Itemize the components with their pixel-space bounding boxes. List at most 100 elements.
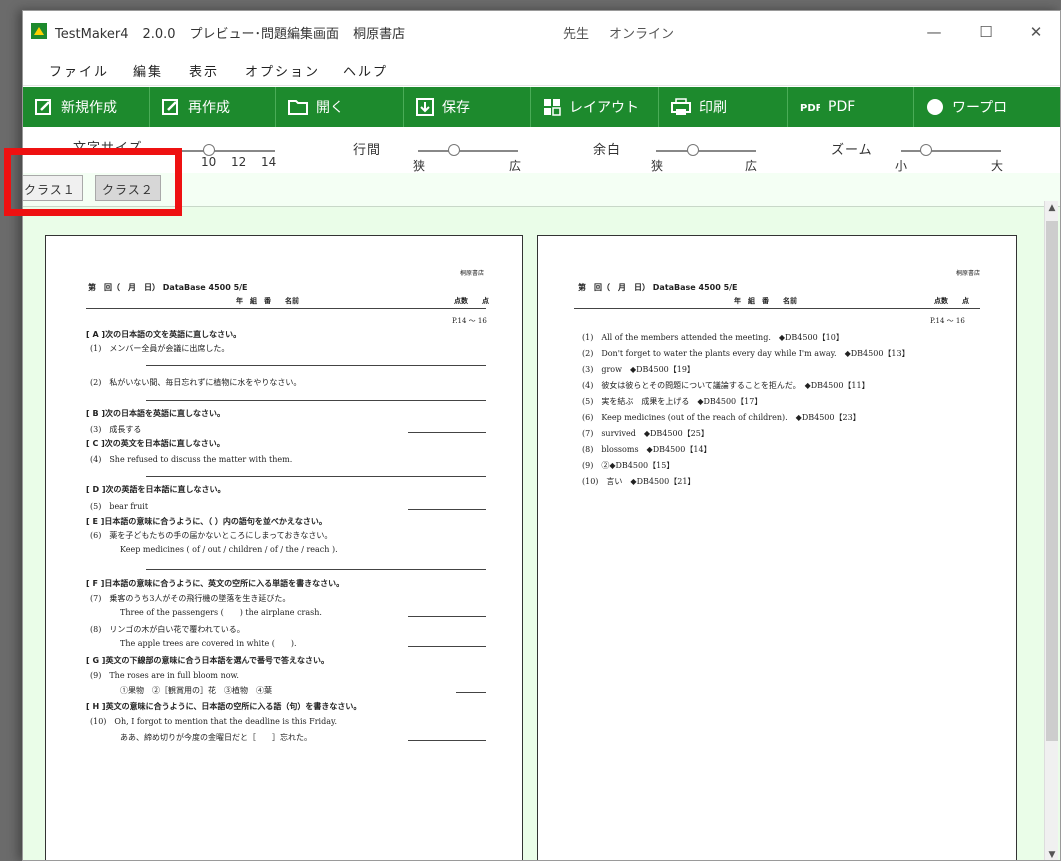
open-label: 開く	[316, 100, 344, 116]
answer-10: (10) 言い ◆DB4500【21】	[582, 477, 696, 486]
menu-view[interactable]: 表示	[189, 61, 219, 80]
margin-label: 余白	[593, 143, 622, 158]
vertical-scrollbar[interactable]: ▲ ▼	[1044, 201, 1059, 860]
user-role: 先生	[563, 27, 590, 42]
answer-line-1[interactable]	[146, 365, 486, 366]
section-e: [ E ]日本語の意味に合うように、（ ）内の語句を並べかえなさい。	[86, 517, 327, 526]
save-button[interactable]: 保存	[404, 87, 531, 127]
scroll-up-icon[interactable]: ▲	[1045, 201, 1059, 215]
new-button[interactable]: 新規作成	[23, 87, 150, 127]
section-a: [ A ]次の日本語の文を英語に直しなさい。	[86, 330, 242, 339]
save-icon	[416, 98, 434, 116]
answer-line-9[interactable]	[456, 692, 486, 693]
maximize-button[interactable]: ☐	[963, 17, 1009, 47]
title-bar: TestMaker4 2.0.0 プレビュー･問題編集画面 桐原書店 先生 オンライン …	[23, 11, 1060, 53]
zoom-label: ズーム	[831, 143, 873, 158]
recreate-icon	[162, 99, 178, 115]
menu-help[interactable]: ヘルプ	[343, 61, 388, 80]
question-6-prompt: Keep medicines ( of / out / children / o…	[120, 545, 338, 554]
scroll-down-icon[interactable]: ▼	[1045, 848, 1059, 860]
section-g: [ G ]英文の下線部の意味に合う日本語を選んで番号で答えなさい。	[86, 656, 330, 665]
question-9: (9) The roses are in full bloom now.	[90, 671, 239, 680]
wordpro-button[interactable]: ワープロ	[914, 87, 1060, 127]
page-header: 第 回（ 月 日） DataBase 4500 5/E	[88, 283, 248, 292]
svg-text:PDF: PDF	[800, 103, 820, 114]
pdf-button[interactable]: PDF PDF	[788, 87, 914, 127]
zoom-tick-small: 小	[895, 159, 908, 173]
answer-line-7[interactable]	[408, 616, 486, 617]
section-f: [ F ]日本語の意味に合うように、英文の空所に入る単語を書きなさい。	[86, 579, 345, 588]
question-5: (5) bear fruit	[90, 502, 149, 511]
answer-line-10[interactable]	[408, 740, 486, 741]
answer-8: (8) blossoms ◆DB4500【14】	[582, 445, 712, 454]
zoom-slider[interactable]	[901, 150, 1001, 152]
question-page[interactable]: 桐原書店 第 回（ 月 日） DataBase 4500 5/E 年 組 番 名…	[45, 235, 523, 860]
print-button[interactable]: 印刷	[659, 87, 788, 127]
font-tick-14: 14	[261, 155, 277, 169]
section-d: [ D ]次の英語を日本語に直しなさい。	[86, 485, 226, 494]
menu-bar: ファイル 編集 表示 オプション ヘルプ	[23, 53, 1060, 86]
font-size-slider[interactable]	[175, 150, 275, 152]
tabs-highlight-box	[4, 148, 182, 216]
printer-icon	[671, 98, 691, 115]
pdf-label: PDF	[828, 99, 856, 115]
minimize-button[interactable]: —	[911, 17, 957, 47]
toolbar: 新規作成 再作成 開く 保存 レイアウト 印刷 PDF PDF ワープロ	[23, 87, 1060, 127]
zoom-slider-thumb[interactable]	[920, 144, 932, 156]
question-7-prompt: Three of the passengers ( ) the airplane…	[120, 608, 322, 617]
window-title: TestMaker4 2.0.0 プレビュー･問題編集画面 桐原書店	[55, 23, 419, 42]
answer-6: (6) Keep medicines (out of the reach of …	[582, 413, 861, 422]
line-spacing-slider[interactable]	[418, 150, 518, 152]
screen-name: プレビュー･問題編集画面	[189, 27, 340, 42]
answer-7: (7) survived ◆DB4500【25】	[582, 429, 709, 438]
page-score: 点数 点	[934, 297, 969, 305]
recreate-label: 再作成	[188, 100, 230, 116]
online-status: オンライン	[609, 27, 675, 42]
scroll-thumb[interactable]	[1046, 221, 1058, 741]
question-2: (2) 私がいない間、毎日忘れずに植物に水をやりなさい。	[90, 378, 302, 387]
menu-options[interactable]: オプション	[245, 61, 320, 80]
page-publisher: 桐原書店	[956, 270, 981, 277]
answer-line-4[interactable]	[146, 476, 486, 477]
question-7: (7) 乗客のうち3人がその飛行機の墜落を生き延びた。	[90, 594, 291, 603]
font-tick-10: 10	[201, 155, 217, 169]
folder-icon	[288, 100, 308, 115]
new-label: 新規作成	[61, 100, 117, 116]
answer-line-5[interactable]	[408, 509, 486, 510]
margin-slider-thumb[interactable]	[687, 144, 699, 156]
page-header-fields: 年 組 番 名前	[734, 297, 797, 305]
line-spacing-slider-thumb[interactable]	[448, 144, 460, 156]
answer-4: (4) 彼女は彼らとその問題について議論することを拒んだ。 ◆DB4500【11…	[582, 381, 870, 390]
answer-9: (9) ②◆DB4500【15】	[582, 461, 675, 470]
question-6: (6) 薬を子どもたちの手の届かないところにしまっておきなさい。	[90, 531, 333, 540]
header-rule	[574, 308, 980, 309]
page-range: P.14 〜 16	[930, 317, 965, 325]
app-window: TestMaker4 2.0.0 プレビュー･問題編集画面 桐原書店 先生 オンライン …	[22, 10, 1061, 861]
layout-button[interactable]: レイアウト	[531, 87, 659, 127]
answer-line-6[interactable]	[146, 569, 486, 570]
page-score: 点数 点	[454, 297, 489, 305]
zoom-tick-large: 大	[991, 159, 1004, 173]
wordpro-label: ワープロ	[952, 100, 1008, 116]
close-button[interactable]: ✕	[1013, 17, 1059, 47]
answer-line-3[interactable]	[408, 432, 486, 433]
question-4: (4) She refused to discuss the matter wi…	[90, 455, 293, 464]
recreate-button[interactable]: 再作成	[150, 87, 276, 127]
menu-edit[interactable]: 編集	[133, 61, 163, 80]
answer-1: (1) All of the members attended the meet…	[582, 333, 844, 342]
question-1: (1) メンバー全員が会議に出席した。	[90, 344, 230, 353]
answer-line-8[interactable]	[408, 646, 486, 647]
margin-tick-wide: 広	[745, 159, 758, 173]
question-10-prompt: ああ、締め切りが今度の金曜日だと［ ］忘れた。	[120, 733, 312, 742]
open-button[interactable]: 開く	[276, 87, 404, 127]
answer-page[interactable]: 桐原書店 第 回（ 月 日） DataBase 4500 5/E 年 組 番 名…	[537, 235, 1017, 860]
preview-area: 桐原書店 第 回（ 月 日） DataBase 4500 5/E 年 組 番 名…	[23, 207, 1060, 860]
menu-file[interactable]: ファイル	[49, 61, 109, 80]
app-version: 2.0.0	[142, 27, 176, 42]
answer-line-2[interactable]	[146, 400, 486, 401]
margin-slider[interactable]	[656, 150, 756, 152]
answer-5: (5) 実を結ぶ 成果を上げる ◆DB4500【17】	[582, 397, 763, 406]
question-8: (8) リンゴの木が白い花で覆われている。	[90, 625, 245, 634]
app-logo-icon	[31, 23, 47, 39]
user-status: 先生 オンライン	[563, 23, 694, 42]
